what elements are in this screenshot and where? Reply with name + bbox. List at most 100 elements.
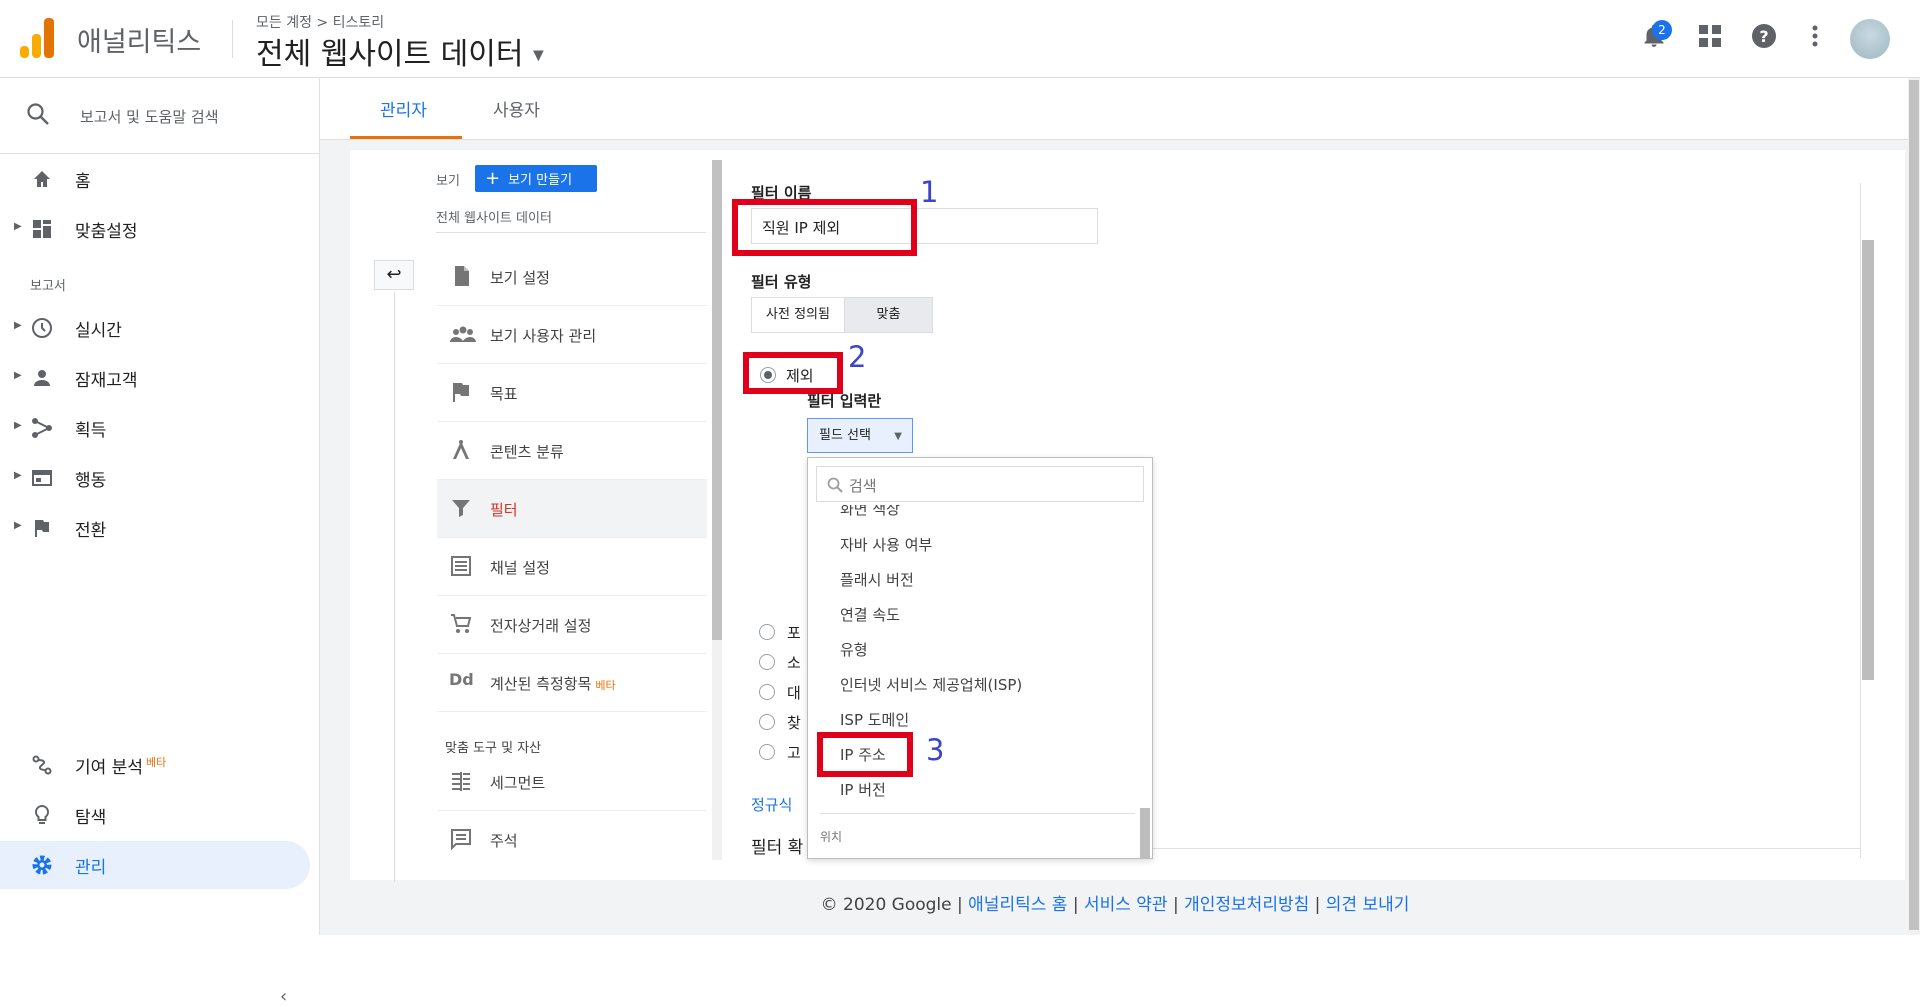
sidebar-item-audience[interactable]: ▶ 잠재고객 [0,354,320,402]
expand-arrow-icon: ▶ [14,420,22,431]
view-name[interactable]: 전체 웹사이트 데이터 [436,207,552,226]
menu-calculated-metrics[interactable]: Dd 계산된 측정항목 베타 [437,654,707,712]
analytics-logo-icon[interactable] [20,18,54,58]
sidebar-item-label: 홈 [75,172,91,192]
field-select-dropdown[interactable]: 필드 선택 ▼ [807,418,913,453]
sidebar-search[interactable]: 보고서 및 도움말 검색 [0,78,320,154]
user-avatar[interactable] [1850,19,1890,59]
sidebar-item-explore[interactable]: 탐색 [0,791,320,839]
sidebar-item-label: 잠재고객 [75,371,138,391]
dropdown-item[interactable]: 유형 [840,639,868,660]
document-icon [449,264,475,290]
annotation-highlight-box [817,732,913,777]
menu-scrollbar[interactable] [712,160,722,640]
footer-link-feedback[interactable]: 의견 보내기 [1326,895,1410,915]
menu-goals[interactable]: 목표 [437,364,707,422]
channel-icon [449,554,475,580]
menu-ecommerce-settings[interactable]: 전자상거래 설정 [437,596,707,654]
expand-arrow-icon: ▶ [14,470,22,481]
dropdown-item[interactable]: 플래시 버전 [840,569,914,590]
radio-label: 고 [787,744,801,762]
menu-segments[interactable]: 세그먼트 [437,753,707,811]
account-selector[interactable]: 전체 웹사이트 데이터 ▼ [256,29,544,73]
expand-arrow-icon: ▶ [14,320,22,331]
radio-label: 포 [787,624,801,642]
dd-icon: Dd [449,670,474,689]
expand-arrow-icon: ▶ [14,520,22,531]
footer-link-terms[interactable]: 서비스 약관 [1084,895,1168,915]
collapse-sidebar-chevron-icon[interactable]: ‹ [280,986,287,1007]
menu-label: 콘텐츠 분류 [490,443,564,461]
sidebar-item-label: 탐색 [75,808,107,828]
apps-grid-icon[interactable] [1692,18,1728,54]
dropdown-search-placeholder: 검색 [849,477,877,495]
sidebar-item-label: 기여 분석 베타 [75,753,166,778]
menu-annotations[interactable]: 주석 [437,811,707,869]
behavior-icon [30,466,54,490]
notification-count-badge: 2 [1652,20,1672,40]
menu-filters[interactable]: 필터 [437,480,707,538]
tree-line [394,292,395,882]
filter-type-custom[interactable]: 맞춤 [844,297,933,333]
dropdown-item[interactable]: ISP 도메인 [840,709,909,730]
section-reports-heading: 보고서 [30,279,66,294]
attribution-icon [30,753,54,777]
menu-label: 보기 사용자 관리 [490,327,597,345]
search-placeholder: 보고서 및 도움말 검색 [80,108,219,126]
sidebar-item-behavior[interactable]: ▶ 행동 [0,454,320,502]
dropdown-item[interactable]: IP 버전 [840,779,886,800]
sidebar-item-admin[interactable]: 관리 [0,841,310,889]
back-arrow-button[interactable]: ↩ [374,260,414,290]
sidebar-item-label: 행동 [75,471,107,491]
menu-label: 주석 [490,832,518,850]
search-icon [827,477,843,497]
account-view-name: 전체 웹사이트 데이터 [256,37,524,72]
annotation-highlight-box [732,199,917,256]
dropdown-item[interactable]: 인터넷 서비스 제공업체(ISP) [840,674,1022,695]
radio-option[interactable] [759,744,775,760]
help-icon[interactable]: ? [1746,18,1782,54]
dropdown-scrollbar[interactable] [1140,808,1150,858]
calculated-metrics-label: 계산된 측정항목 [490,675,592,693]
create-view-button[interactable]: + 보기 만들기 [475,165,597,192]
sidebar-item-attribution[interactable]: 기여 분석 베타 [0,741,320,789]
more-vert-icon[interactable] [1797,18,1833,54]
menu-label: 목표 [490,385,518,403]
menu-view-settings[interactable]: 보기 설정 [437,248,707,306]
sidebar-item-conversions[interactable]: ▶ 전환 [0,504,320,552]
menu-label: 전자상거래 설정 [490,617,592,635]
sidebar-item-home[interactable]: 홈 [0,155,320,203]
dropdown-section-heading: 위치 [820,830,843,844]
active-tab-indicator [350,136,462,139]
dropdown-item[interactable]: 연결 속도 [840,604,900,625]
dashboard-icon [30,217,54,241]
expand-arrow-icon: ▶ [14,221,22,232]
menu-content-grouping[interactable]: 콘텐츠 분류 [437,422,707,480]
radio-option[interactable] [759,714,775,730]
search-icon [26,102,50,130]
users-icon [449,322,476,348]
sidebar-item-realtime[interactable]: ▶ 실시간 [0,304,320,352]
filter-type-predefined[interactable]: 사전 정의됨 [751,297,845,333]
dropdown-search-input[interactable]: 검색 [816,466,1144,502]
sidebar-item-label: 실시간 [75,321,122,341]
radio-option[interactable] [759,654,775,670]
tab-admin[interactable]: 관리자 [380,96,427,121]
radio-option[interactable] [759,624,775,640]
annotation-number: 2 [848,340,867,374]
clock-icon [30,316,54,340]
tab-user[interactable]: 사용자 [493,96,540,121]
sidebar-item-customization[interactable]: ▶ 맞춤설정 [0,205,320,253]
sidebar-item-acquisition[interactable]: ▶ 획득 [0,404,320,452]
beta-badge: 베타 [145,756,167,770]
regex-link[interactable]: 정규식 [751,794,792,815]
form-scrollbar[interactable] [1862,240,1874,680]
page-scrollbar-thumb[interactable] [1909,80,1919,930]
menu-channel-settings[interactable]: 채널 설정 [437,538,707,596]
beta-badge: 베타 [595,679,616,692]
menu-view-user-management[interactable]: 보기 사용자 관리 [437,306,707,364]
radio-option[interactable] [759,684,775,700]
dropdown-item[interactable]: 자바 사용 여부 [840,534,932,555]
footer-link-analytics-home[interactable]: 애널리틱스 홈 [968,895,1067,915]
footer-link-privacy[interactable]: 개인정보처리방침 [1184,895,1309,915]
